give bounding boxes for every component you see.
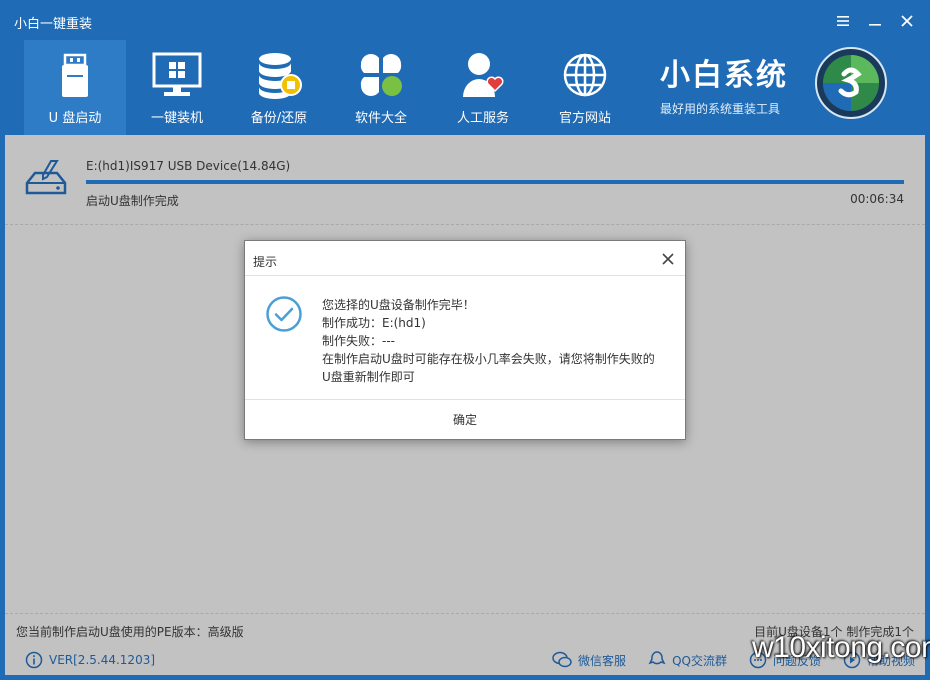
app-title: 小白一键重装	[14, 17, 93, 32]
nav-item-website[interactable]: 官方网站	[534, 40, 636, 135]
nav-item-backup-restore[interactable]: 备份/还原	[228, 40, 330, 135]
nav-item-software[interactable]: 软件大全	[330, 40, 432, 135]
dialog-close-icon[interactable]	[659, 250, 677, 268]
link-label: QQ交流群	[672, 653, 727, 668]
window-controls	[830, 8, 920, 34]
dialog-line: 制作失败：---	[322, 334, 395, 348]
brand-subtitle: 最好用的系统重装工具	[660, 102, 781, 116]
apps-icon	[355, 50, 407, 100]
usb-drive-icon	[49, 50, 101, 100]
nav-label: 一键装机	[150, 111, 203, 126]
nav-label: U 盘启动	[48, 111, 102, 126]
dialog-line: U盘重新制作即可	[322, 370, 415, 384]
nav-label: 备份/还原	[250, 111, 308, 126]
version-text: VER[2.5.44.1203]	[49, 653, 156, 667]
dialog-footer: 确定	[245, 400, 685, 439]
nav-item-usb-boot[interactable]: U 盘启动	[24, 40, 126, 135]
link-label: 微信客服	[578, 653, 627, 668]
dialog-body: 您选择的U盘设备制作完毕！ 制作成功：E:(hd1) 制作失败：--- 在制作启…	[245, 276, 685, 400]
dialog-line: 在制作启动U盘时可能存在极小几率会失败，请您将制作失败的	[322, 352, 655, 366]
nav-label: 软件大全	[354, 111, 407, 126]
confirm-button[interactable]: 确定	[433, 407, 497, 432]
elapsed-time: 00:06:34	[850, 192, 904, 206]
nav-item-support[interactable]: 人工服务	[432, 40, 534, 135]
wechat-support-link[interactable]: 微信客服	[552, 651, 626, 669]
dialog-line: 制作成功：E:(hd1)	[322, 316, 426, 330]
support-person-icon	[457, 50, 509, 100]
version-info: VER[2.5.44.1203]	[25, 651, 155, 669]
info-icon	[25, 651, 43, 669]
dialog-line: 您选择的U盘设备制作完毕！	[322, 298, 475, 312]
watermark-text: w10xitong.com	[752, 631, 930, 664]
device-row: E:(hd1)IS917 USB Device(14.84G) 启动U盘制作完成…	[5, 135, 925, 225]
monitor-icon	[151, 50, 203, 100]
dialog-message: 您选择的U盘设备制作完毕！ 制作成功：E:(hd1) 制作失败：--- 在制作启…	[322, 296, 655, 386]
nav-item-one-click-install[interactable]: 一键装机	[126, 40, 228, 135]
globe-icon	[559, 50, 611, 100]
prompt-dialog: 提示 您选择的U盘设备制作完毕！ 制作成功：E:(hd1) 制作失败：--- 在…	[244, 240, 686, 440]
qq-group-link[interactable]: QQ交流群	[648, 651, 727, 669]
menu-icon[interactable]	[830, 8, 856, 34]
brand-title: 小白系统	[660, 58, 788, 93]
nav-label: 官方网站	[558, 111, 611, 126]
qq-icon	[648, 651, 666, 665]
device-status: 启动U盘制作完成	[86, 194, 179, 208]
brand: 小白系统 最好用的系统重装工具	[660, 50, 820, 117]
app-window: 小白一键重装 U 盘启动 一键装机 备份/还原 软件大全 人工服务 官方网站 小…	[0, 0, 930, 680]
dialog-header: 提示	[245, 241, 685, 276]
brand-logo-icon	[814, 46, 888, 120]
dialog-title: 提示	[253, 255, 278, 269]
wechat-icon	[552, 651, 572, 668]
main-nav: U 盘启动 一键装机 备份/还原 软件大全 人工服务 官方网站	[24, 40, 636, 135]
minimize-icon[interactable]	[862, 8, 888, 34]
usb-write-icon	[23, 157, 75, 199]
pe-version-text: 您当前制作启动U盘使用的PE版本：高级版	[16, 625, 244, 639]
nav-label: 人工服务	[456, 111, 509, 126]
progress-bar	[86, 180, 904, 184]
device-name: E:(hd1)IS917 USB Device(14.84G)	[86, 159, 291, 173]
close-icon[interactable]	[894, 8, 920, 34]
check-circle-icon	[265, 295, 303, 333]
title-bar: 小白一键重装	[0, 0, 930, 40]
database-icon	[253, 50, 305, 100]
